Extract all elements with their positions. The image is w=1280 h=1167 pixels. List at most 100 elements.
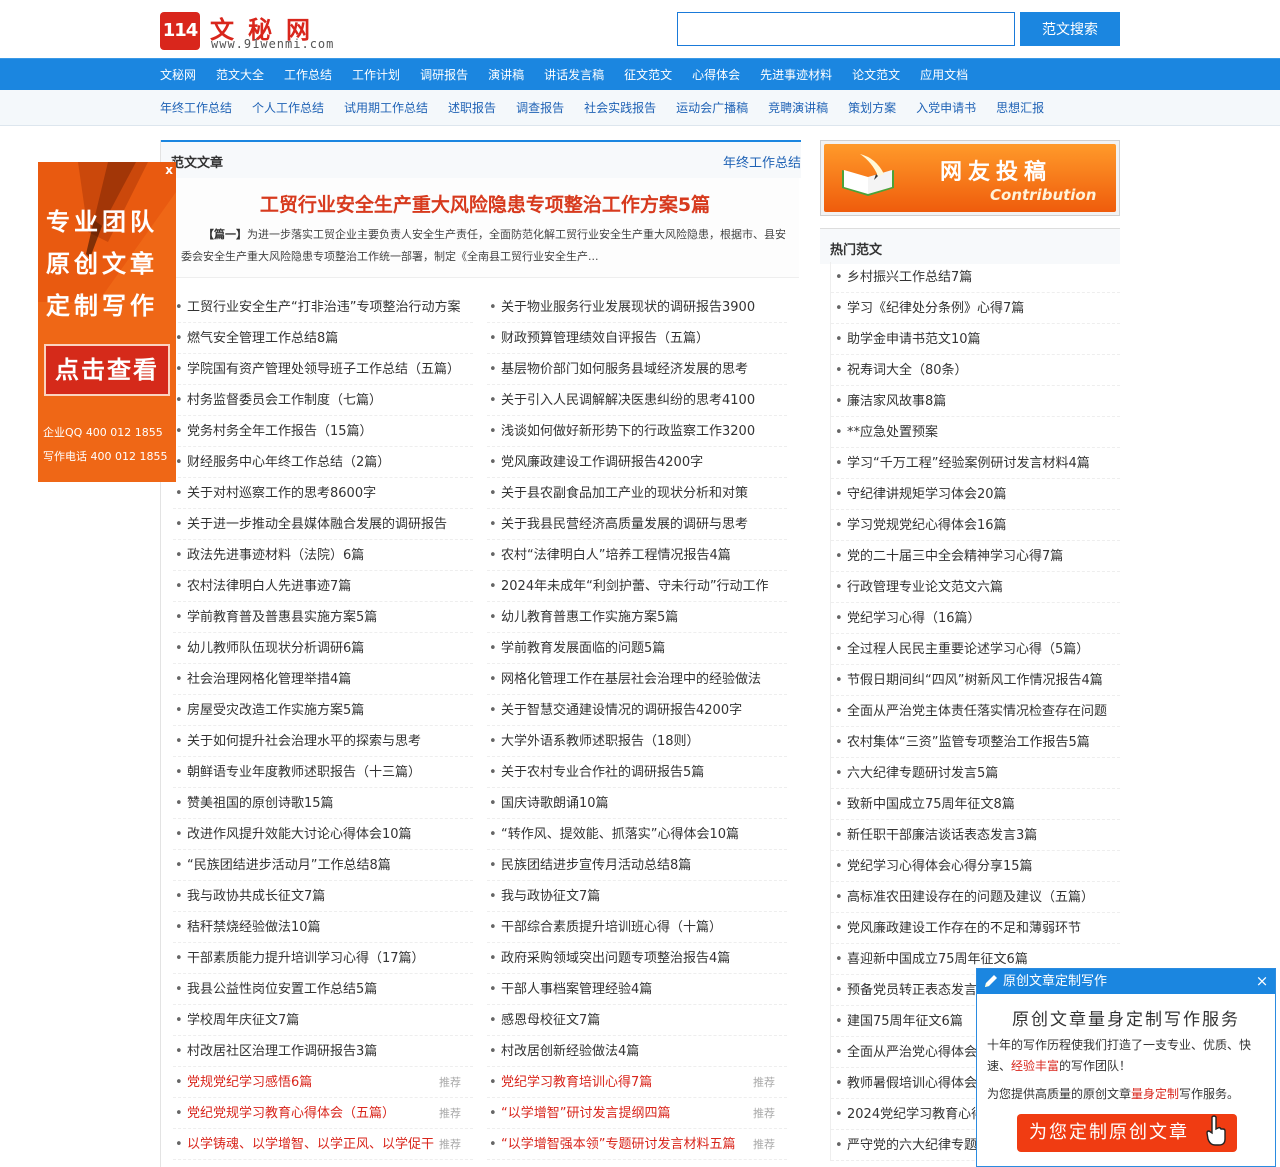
article-link[interactable]: 干部素质能力提升培训学习心得（17篇） <box>187 943 425 973</box>
list-item-recommended[interactable]: “以学增智强本领”专题研讨发言材料五篇 推荐 <box>487 1129 787 1160</box>
hot-article-item[interactable]: 党风廉政建设工作存在的不足和薄弱环节 <box>831 913 1120 944</box>
hot-article-link[interactable]: 学习《纪律处分条例》心得7篇 <box>847 301 1024 316</box>
article-link[interactable]: 朝鲜语专业年度教师述职报告（十三篇） <box>187 757 421 787</box>
subnav-item[interactable]: 年终工作总结 <box>160 90 232 126</box>
article-link[interactable]: 社会治理网格化管理举措4篇 <box>187 664 351 694</box>
hot-article-link[interactable]: **应急处置预案 <box>847 425 938 440</box>
list-item[interactable]: 学前教育普及普惠县实施方案5篇 <box>173 602 473 633</box>
article-link[interactable]: 关于农村专业合作社的调研报告5篇 <box>501 757 704 787</box>
article-link[interactable]: 村改居社区治理工作调研报告3篇 <box>187 1036 377 1066</box>
hot-article-item[interactable]: 农村集体“三资”监管专项整治工作报告5篇 <box>831 727 1120 758</box>
list-item[interactable]: 党务村务全年工作报告（15篇） <box>173 416 473 447</box>
hot-article-link[interactable]: 守纪律讲规矩学习体会20篇 <box>847 487 1007 502</box>
article-link[interactable]: 我与政协共成长征文7篇 <box>187 881 325 911</box>
list-item-recommended[interactable]: “以学增智”研讨发言提纲四篇 推荐 <box>487 1098 787 1129</box>
article-link[interactable]: 房屋受灾改造工作实施方案5篇 <box>187 695 364 725</box>
article-link[interactable]: 大学外语系教师述职报告（18则） <box>501 726 700 756</box>
hot-article-item[interactable]: 助学金申请书范文10篇 <box>831 324 1120 355</box>
list-item[interactable]: 党风廉政建设工作调研报告4200字 <box>487 447 787 478</box>
list-item[interactable]: 感恩母校征文7篇 <box>487 1005 787 1036</box>
article-link[interactable]: 党风廉政建设工作调研报告4200字 <box>501 447 703 477</box>
list-item[interactable]: 民族团结进步宣传月活动总结8篇 <box>487 850 787 881</box>
list-item[interactable]: 学校周年庆征文7篇 <box>173 1005 473 1036</box>
article-link[interactable]: 关于如何提升社会治理水平的探索与思考 <box>187 726 421 756</box>
hot-article-item[interactable]: 学习党规党纪心得体会16篇 <box>831 510 1120 541</box>
article-link[interactable]: 国庆诗歌朗诵10篇 <box>501 788 609 818</box>
article-link[interactable]: 以学铸魂、以学增智、以学正风、以学促干 <box>187 1129 434 1159</box>
list-item[interactable]: “转作风、提效能、抓落实”心得体会10篇 <box>487 819 787 850</box>
nav-item[interactable]: 调研报告 <box>420 59 468 91</box>
article-link[interactable]: 关于进一步推动全县媒体融合发展的调研报告 <box>187 509 447 539</box>
list-item[interactable]: 村务监督委员会工作制度（七篇） <box>173 385 473 416</box>
hot-article-item[interactable]: 全过程人民民主重要论述学习心得（5篇） <box>831 634 1120 665</box>
close-icon[interactable]: x <box>165 163 173 177</box>
hot-article-link[interactable]: 党纪学习心得（16篇） <box>847 611 981 626</box>
article-link[interactable]: 工贸行业安全生产“打非治违”专项整治行动方案 <box>187 292 460 322</box>
list-item[interactable]: 干部综合素质提升培训班心得（十篇） <box>487 912 787 943</box>
list-item[interactable]: 关于农村专业合作社的调研报告5篇 <box>487 757 787 788</box>
list-item[interactable]: 社会治理网格化管理举措4篇 <box>173 664 473 695</box>
article-link[interactable]: 农村“法律明白人”培养工程情况报告4篇 <box>501 540 731 570</box>
article-link[interactable]: 党纪党规学习教育心得体会（五篇） <box>187 1098 395 1128</box>
hot-article-item[interactable]: 党纪学习心得（16篇） <box>831 603 1120 634</box>
nav-item[interactable]: 讲话发言稿 <box>544 59 604 91</box>
article-link[interactable]: 财政预算管理绩效自评报告（五篇） <box>501 323 709 353</box>
subnav-item[interactable]: 调查报告 <box>516 90 564 126</box>
hot-article-item[interactable]: 学习“千万工程”经验案例研讨发言材料4篇 <box>831 448 1120 479</box>
hot-article-item[interactable]: 乡村振兴工作总结7篇 <box>831 262 1120 293</box>
hot-article-link[interactable]: 学习党规党纪心得体会16篇 <box>847 518 1007 533</box>
list-item[interactable]: 燃气安全管理工作总结8篇 <box>173 323 473 354</box>
article-link[interactable]: 改进作风提升效能大讨论心得体会10篇 <box>187 819 412 849</box>
contribution-banner[interactable]: 网友投稿 Contribution <box>820 140 1120 216</box>
list-item[interactable]: 学院国有资产管理处领导班子工作总结（五篇） <box>173 354 473 385</box>
hot-article-link[interactable]: 行政管理专业论文范文六篇 <box>847 580 1003 595</box>
hot-article-item[interactable]: 党的二十届三中全会精神学习心得7篇 <box>831 541 1120 572</box>
hot-article-link[interactable]: 建国75周年征文6篇 <box>847 1014 963 1029</box>
list-item[interactable]: 网格化管理工作在基层社会治理中的经验做法 <box>487 664 787 695</box>
article-link[interactable]: “以学增智”研讨发言提纲四篇 <box>501 1098 670 1128</box>
list-item[interactable]: 学前教育发展面临的问题5篇 <box>487 633 787 664</box>
subnav-item[interactable]: 入党申请书 <box>916 90 976 126</box>
article-link[interactable]: 关于县农副食品加工产业的现状分析和对策 <box>501 478 748 508</box>
list-item[interactable]: 秸秆禁烧经验做法10篇 <box>173 912 473 943</box>
list-item[interactable]: 关于物业服务行业发展现状的调研报告3900 <box>487 292 787 323</box>
popup-close-icon[interactable]: × <box>1253 969 1271 991</box>
article-link[interactable]: 浅谈如何做好新形势下的行政监察工作3200 <box>501 416 755 446</box>
article-link[interactable]: 幼儿教育普惠工作实施方案5篇 <box>501 602 678 632</box>
hot-article-link[interactable]: 致新中国成立75周年征文8篇 <box>847 797 1015 812</box>
hot-article-item[interactable]: 节假日期间纠“四风”树新风工作情况报告4篇 <box>831 665 1120 696</box>
hot-article-link[interactable]: 预备党员转正表态发言 <box>847 983 977 998</box>
hot-article-link[interactable]: 严守党的六大纪律专题 <box>847 1138 977 1153</box>
hot-article-item[interactable]: 守纪律讲规矩学习体会20篇 <box>831 479 1120 510</box>
list-item[interactable]: 村改居社区治理工作调研报告3篇 <box>173 1036 473 1067</box>
hot-article-item[interactable]: 全面从严治党主体责任落实情况检查存在问题 <box>831 696 1120 727</box>
search-input[interactable] <box>677 12 1015 46</box>
article-link[interactable]: 干部人事档案管理经验4篇 <box>501 974 652 1004</box>
hot-article-link[interactable]: 党纪学习心得体会心得分享15篇 <box>847 859 1033 874</box>
site-logo[interactable]: 114 文秘网 www.91wenmi.com <box>160 10 350 52</box>
list-item[interactable]: 朝鲜语专业年度教师述职报告（十三篇） <box>173 757 473 788</box>
article-link[interactable]: 燃气安全管理工作总结8篇 <box>187 323 338 353</box>
list-item[interactable]: 干部素质能力提升培训学习心得（17篇） <box>173 943 473 974</box>
article-link[interactable]: 学院国有资产管理处领导班子工作总结（五篇） <box>187 354 460 384</box>
article-link[interactable]: 感恩母校征文7篇 <box>501 1005 600 1035</box>
article-link[interactable]: 政法先进事迹材料（法院）6篇 <box>187 540 364 570</box>
subnav-item[interactable]: 社会实践报告 <box>584 90 656 126</box>
hot-article-item[interactable]: 高标准农田建设存在的问题及建议（五篇） <box>831 882 1120 913</box>
floating-ad[interactable]: x 专业团队 原创文章 定制写作 点击查看 企业QQ 400 012 1855 … <box>38 162 176 482</box>
hot-article-link[interactable]: 六大纪律专题研讨发言5篇 <box>847 766 998 781</box>
hot-article-link[interactable]: 农村集体“三资”监管专项整治工作报告5篇 <box>847 735 1090 750</box>
hot-article-item[interactable]: **应急处置预案 <box>831 417 1120 448</box>
article-link[interactable]: 秸秆禁烧经验做法10篇 <box>187 912 321 942</box>
list-item[interactable]: 干部人事档案管理经验4篇 <box>487 974 787 1005</box>
subnav-item[interactable]: 试用期工作总结 <box>344 90 428 126</box>
article-link[interactable]: 农村法律明白人先进事迹7篇 <box>187 571 351 601</box>
nav-item[interactable]: 工作计划 <box>352 59 400 91</box>
list-item-recommended[interactable]: 党纪学习教育培训心得7篇 推荐 <box>487 1067 787 1098</box>
subnav-item[interactable]: 运动会广播稿 <box>676 90 748 126</box>
section-more-link[interactable]: 年终工作总结 <box>723 152 801 171</box>
nav-item[interactable]: 范文大全 <box>216 59 264 91</box>
nav-item[interactable]: 应用文档 <box>920 59 968 91</box>
article-link[interactable]: 基层物价部门如何服务县域经济发展的思考 <box>501 354 748 384</box>
article-link[interactable]: 民族团结进步宣传月活动总结8篇 <box>501 850 691 880</box>
